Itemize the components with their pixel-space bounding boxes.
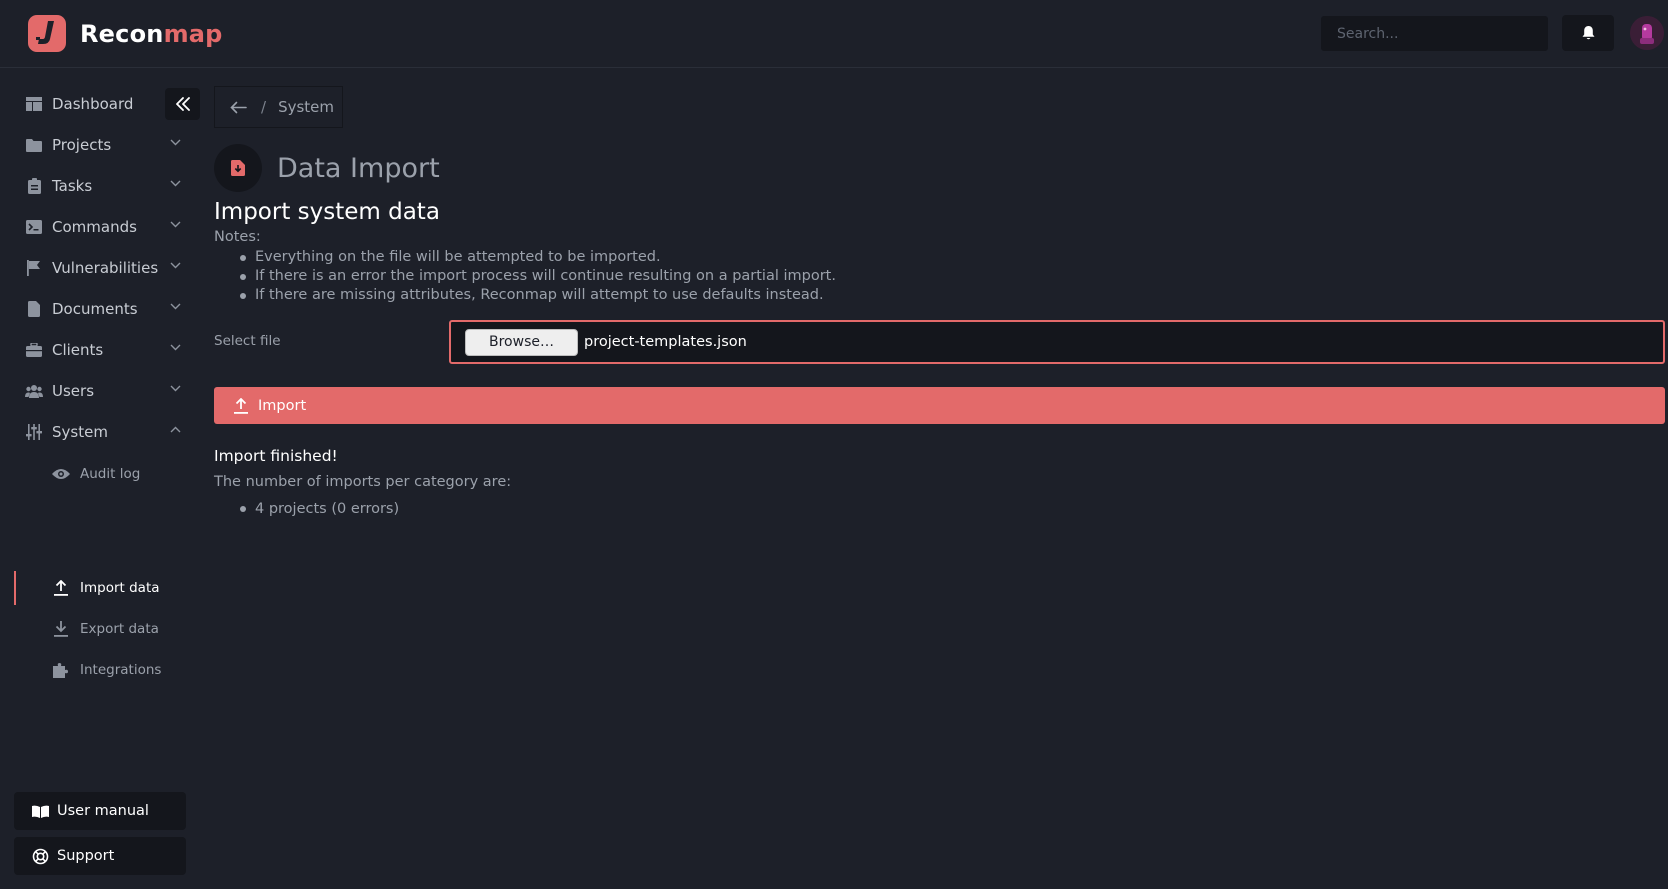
search-input[interactable] (1321, 16, 1548, 51)
section-title: Import system data (214, 199, 440, 225)
chevron-down-icon (170, 180, 181, 187)
eye-icon (52, 465, 70, 483)
chevron-down-icon (170, 262, 181, 269)
sidebar-item-projects[interactable]: Projects (0, 127, 190, 163)
back-button[interactable] (225, 94, 251, 120)
user-avatar[interactable] (1630, 16, 1664, 50)
briefcase-icon (25, 341, 43, 359)
sidebar-subitem-import-data[interactable]: Import data (0, 570, 190, 606)
support-label: Support (57, 848, 115, 864)
terminal-icon (25, 218, 43, 236)
result-subtitle: The number of imports per category are: (214, 474, 512, 490)
sliders-icon (25, 423, 43, 441)
lifebuoy-icon (32, 848, 49, 865)
browse-button[interactable]: Browse… (465, 328, 578, 356)
note-item: If there are missing attributes, Reconma… (240, 286, 836, 305)
document-icon (25, 300, 43, 318)
sidebar-item-label: Clients (52, 341, 104, 359)
result-title: Import finished! (214, 447, 338, 465)
clipboard-icon (25, 177, 43, 195)
sidebar-item-label: System (52, 423, 108, 441)
sidebar-item-dashboard[interactable]: Dashboard (0, 86, 190, 122)
arrow-left-icon (229, 101, 247, 113)
chevron-down-icon (170, 344, 181, 351)
notes-label: Notes: (214, 229, 261, 245)
notifications-button[interactable] (1562, 15, 1614, 51)
sidebar-subitem-label: Audit log (80, 466, 141, 482)
import-button-label: Import (258, 397, 307, 414)
sidebar-item-label: Projects (52, 136, 112, 154)
chevron-down-icon (170, 385, 181, 392)
brand-name: Reconmap (80, 19, 223, 48)
import-button[interactable]: Import (214, 387, 1665, 424)
chevron-up-icon (170, 426, 181, 433)
breadcrumb: / System (214, 86, 343, 128)
user-manual-button[interactable]: User manual (14, 792, 186, 830)
sidebar-item-label: Commands (52, 218, 137, 236)
sidebar-subitem-label: Integrations (80, 662, 162, 678)
file-input[interactable]: Browse… project-templates.json (449, 320, 1665, 364)
note-item: Everything on the file will be attempted… (240, 248, 836, 267)
user-manual-label: User manual (57, 803, 149, 819)
sidebar-subitem-label: Export data (80, 621, 159, 637)
result-item: 4 projects (0 errors) (240, 499, 399, 519)
sidebar: Dashboard Projects Tasks Commands Vulner… (0, 68, 200, 889)
sidebar-subitem-label: Import data (80, 580, 160, 596)
brand[interactable]: Reconmap (28, 15, 223, 52)
file-import-icon (214, 144, 262, 192)
puzzle-icon (52, 661, 70, 679)
folder-icon (25, 136, 43, 154)
flag-icon (25, 259, 43, 277)
upload-icon (52, 579, 70, 597)
sidebar-subitem-export-data[interactable]: Export data (0, 611, 190, 647)
sidebar-item-label: Users (52, 382, 95, 400)
chevron-down-icon (170, 303, 181, 310)
sidebar-item-system[interactable]: System (0, 414, 190, 450)
sidebar-item-label: Dashboard (52, 95, 134, 113)
upload-icon (234, 397, 248, 414)
sidebar-subitem-audit-log[interactable]: Audit log (0, 456, 190, 492)
users-icon (25, 382, 43, 400)
dashboard-icon (25, 95, 43, 113)
breadcrumb-separator: / (261, 98, 267, 116)
download-icon (52, 620, 70, 638)
sidebar-item-clients[interactable]: Clients (0, 332, 190, 368)
bell-icon (1582, 26, 1594, 40)
select-file-label: Select file (214, 333, 281, 349)
sidebar-item-vulnerabilities[interactable]: Vulnerabilities (0, 250, 190, 286)
sidebar-item-label: Documents (52, 300, 138, 318)
notes-list: Everything on the file will be attempted… (240, 248, 836, 305)
chevron-down-icon (170, 139, 181, 146)
sidebar-item-label: Vulnerabilities (52, 259, 159, 277)
sidebar-item-users[interactable]: Users (0, 373, 190, 409)
sidebar-item-commands[interactable]: Commands (0, 209, 190, 245)
sidebar-item-label: Tasks (52, 177, 93, 195)
page-title: Data Import (277, 153, 440, 184)
chevron-down-icon (170, 221, 181, 228)
note-item: If there is an error the import process … (240, 267, 836, 286)
top-bar: Reconmap (0, 0, 1668, 68)
reconmap-logo-icon (28, 15, 66, 52)
result-list: 4 projects (0 errors) (240, 499, 399, 519)
support-button[interactable]: Support (14, 837, 186, 875)
book-icon (32, 805, 49, 818)
selected-file-name: project-templates.json (584, 334, 747, 350)
sidebar-item-documents[interactable]: Documents (0, 291, 190, 327)
sidebar-subitem-integrations[interactable]: Integrations (0, 652, 190, 688)
breadcrumb-system[interactable]: System (278, 98, 334, 116)
sidebar-item-tasks[interactable]: Tasks (0, 168, 190, 204)
